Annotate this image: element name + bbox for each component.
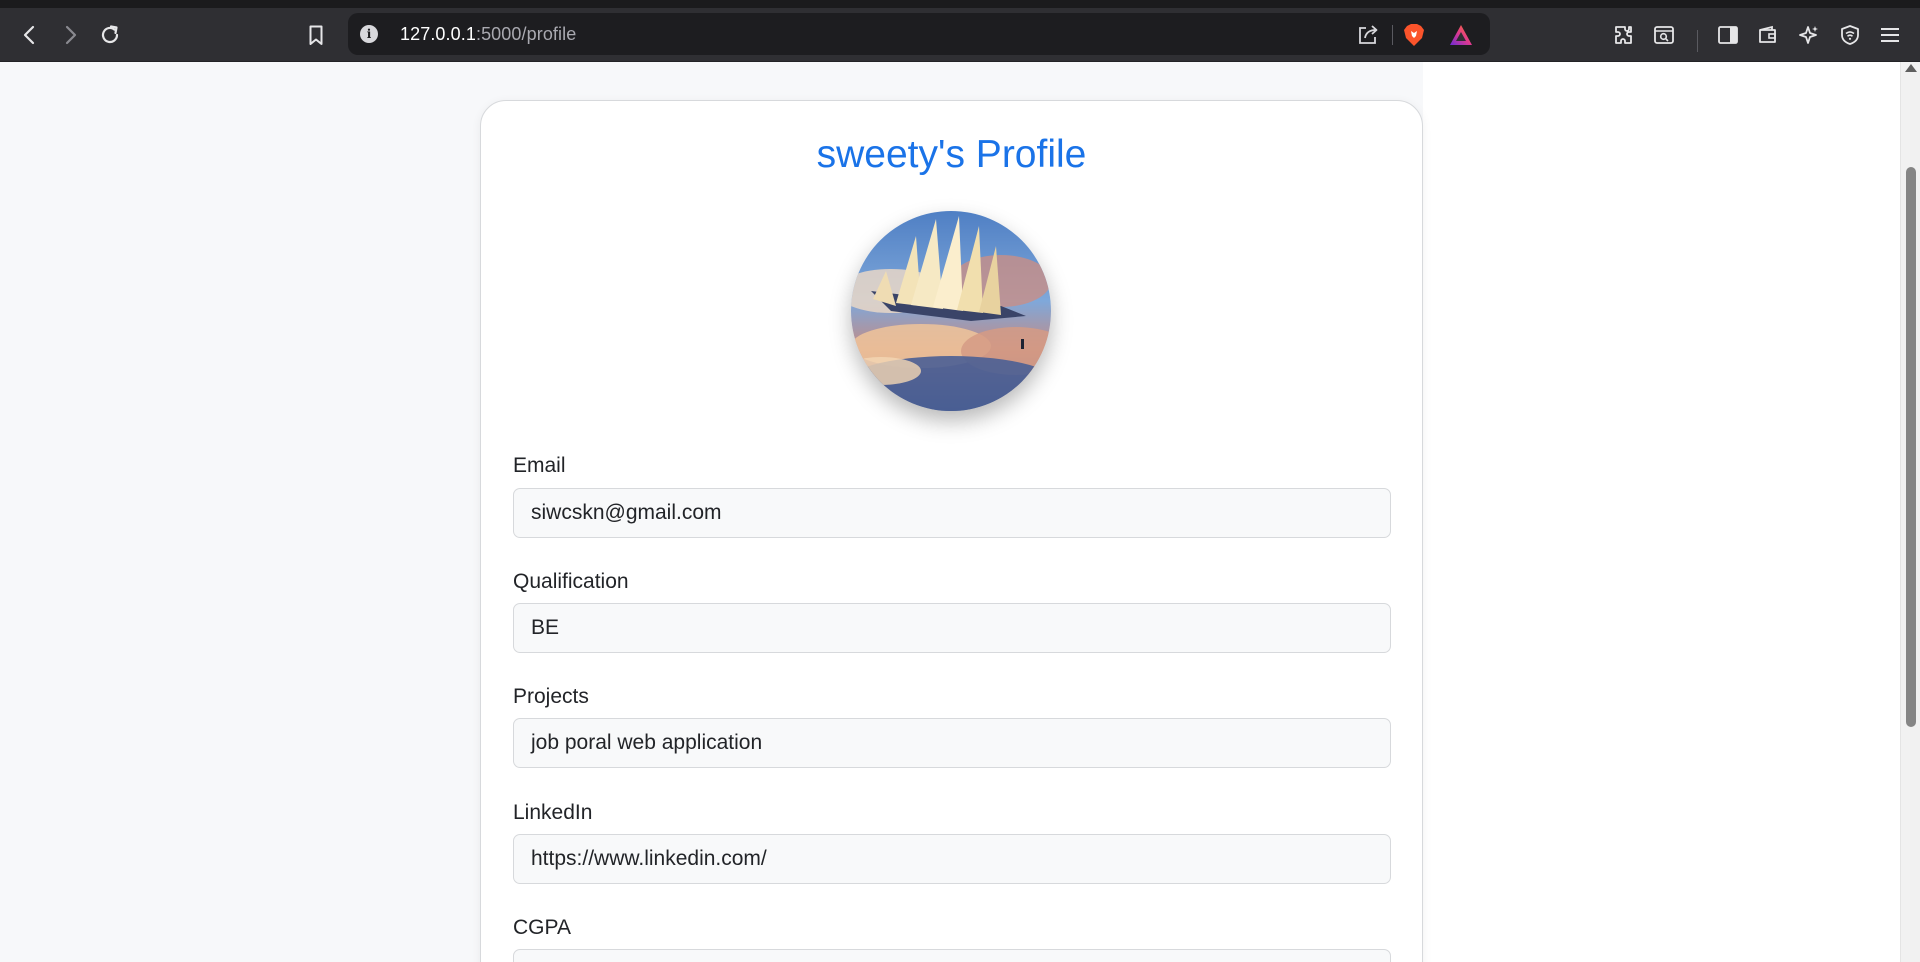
sidebar-icon[interactable] bbox=[1714, 21, 1742, 49]
page-scrollbar[interactable] bbox=[1900, 62, 1920, 962]
menu-icon[interactable] bbox=[1876, 21, 1904, 49]
email-field[interactable]: siwcskn@gmail.com bbox=[513, 488, 1391, 538]
wallet-icon[interactable] bbox=[1754, 21, 1782, 49]
profile-card: sweety's Profile Email siwcskn@gmail.com… bbox=[480, 100, 1423, 962]
extensions-icon[interactable] bbox=[1610, 21, 1638, 49]
address-separator bbox=[1392, 25, 1393, 45]
site-info-icon[interactable]: i bbox=[360, 25, 378, 43]
address-bar[interactable]: i 127.0.0.1:5000/profile bbox=[348, 13, 1490, 55]
share-icon[interactable] bbox=[1356, 23, 1380, 45]
linkedin-label: LinkedIn bbox=[513, 801, 593, 824]
brave-shields-icon[interactable] bbox=[1402, 22, 1426, 48]
cgpa-label: CGPA bbox=[513, 916, 571, 939]
bookmark-icon[interactable] bbox=[302, 21, 330, 49]
scroll-up-arrow-icon[interactable] bbox=[1905, 64, 1917, 72]
window-top-strip bbox=[0, 0, 1920, 8]
page-search-icon[interactable] bbox=[1650, 21, 1678, 49]
projects-label: Projects bbox=[513, 685, 589, 708]
scrollbar-thumb[interactable] bbox=[1906, 167, 1916, 727]
forward-icon[interactable] bbox=[56, 21, 84, 49]
url-host: 127.0.0.1 bbox=[400, 24, 476, 44]
cgpa-field[interactable] bbox=[513, 949, 1391, 962]
page-title: sweety's Profile bbox=[816, 133, 1087, 176]
qualification-label: Qualification bbox=[513, 570, 629, 593]
linkedin-field[interactable]: https://www.linkedin.com/ bbox=[513, 834, 1391, 884]
profile-avatar bbox=[851, 211, 1051, 411]
url-path: :5000/profile bbox=[475, 24, 577, 44]
address-url[interactable]: 127.0.0.1:5000/profile bbox=[400, 24, 576, 45]
toolbar-separator bbox=[1697, 30, 1698, 52]
qualification-field[interactable]: BE bbox=[513, 603, 1391, 653]
brave-rewards-icon[interactable] bbox=[1448, 23, 1474, 47]
projects-field[interactable]: job poral web application bbox=[513, 718, 1391, 768]
reload-icon[interactable] bbox=[96, 21, 124, 49]
browser-toolbar: i 127.0.0.1:5000/profile bbox=[0, 8, 1920, 62]
vpn-icon[interactable] bbox=[1836, 21, 1864, 49]
page-viewport: sweety's Profile Email siwcskn@gmail.com… bbox=[0, 62, 1900, 962]
back-icon[interactable] bbox=[16, 21, 44, 49]
email-label: Email bbox=[513, 454, 566, 477]
leo-ai-icon[interactable] bbox=[1795, 21, 1823, 49]
